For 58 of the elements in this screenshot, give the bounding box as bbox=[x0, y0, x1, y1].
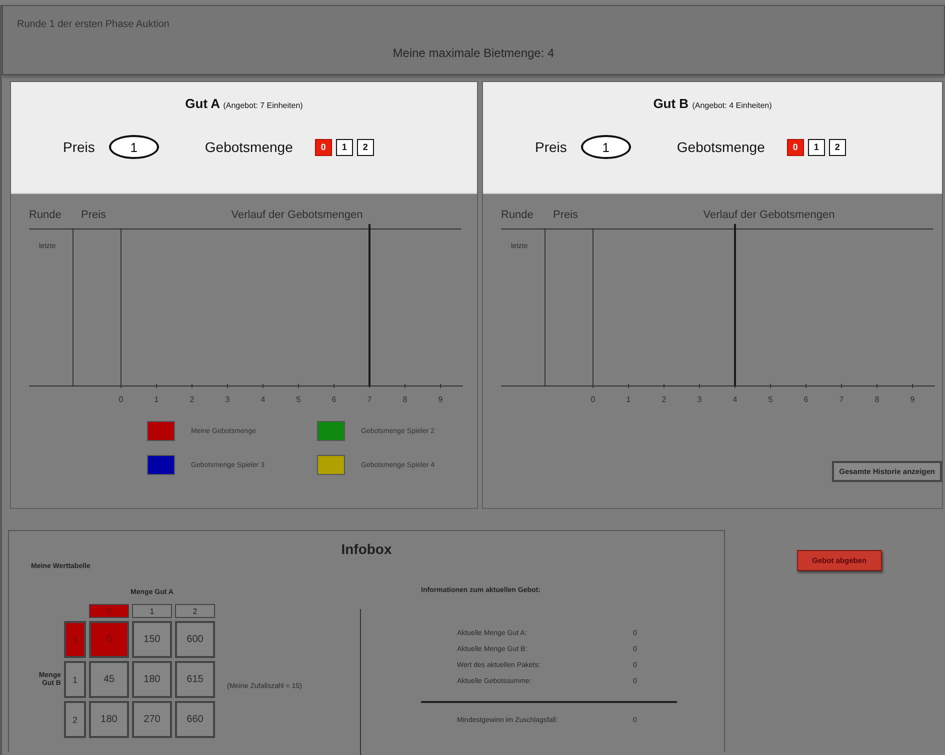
table-cell: 150 bbox=[132, 621, 172, 658]
tick-label: 8 bbox=[874, 395, 880, 404]
tick-label: 2 bbox=[662, 395, 666, 404]
tick-label: 3 bbox=[697, 395, 702, 404]
quantity-option[interactable]: 0 bbox=[314, 138, 332, 156]
table-cell: 180 bbox=[132, 661, 172, 698]
price-label: Preis bbox=[63, 139, 95, 155]
tick-label: 0 bbox=[590, 395, 596, 404]
price-field[interactable]: 1 bbox=[580, 135, 631, 159]
row-header: 0 bbox=[64, 621, 86, 658]
table-cell: 0 bbox=[89, 621, 129, 658]
max-bid-label: Meine maximale Bietmenge: 4 bbox=[392, 46, 554, 60]
column-header: Preis bbox=[553, 209, 578, 221]
column-header: Verlauf der Gebotsmengen bbox=[703, 209, 835, 221]
table-cell: 660 bbox=[175, 701, 215, 738]
tick-label: 2 bbox=[190, 395, 194, 404]
column-header: 1 bbox=[132, 604, 172, 618]
price-field[interactable]: 1 bbox=[108, 135, 159, 159]
column-header: Preis bbox=[81, 209, 106, 221]
tick-label: 9 bbox=[438, 395, 443, 404]
tick-label: 1 bbox=[154, 395, 159, 404]
column-header: 0 bbox=[89, 604, 129, 618]
tick-label: 7 bbox=[367, 395, 372, 404]
good-title: Gut A (Angebot: 7 Einheiten) bbox=[185, 95, 303, 111]
tick-label: 4 bbox=[732, 395, 738, 404]
price-label: Preis bbox=[535, 139, 567, 155]
quantity-option[interactable]: 2 bbox=[828, 138, 846, 156]
column-header: 2 bbox=[175, 604, 215, 618]
infobox-title: Infobox bbox=[341, 540, 392, 557]
tick-label: 1 bbox=[626, 395, 631, 404]
tick-label: 7 bbox=[839, 395, 844, 404]
column-header: Runde bbox=[29, 209, 62, 221]
good-title: Gut B (Angebot: 4 Einheiten) bbox=[653, 95, 772, 111]
column-header: Verlauf der Gebotsmengen bbox=[231, 209, 363, 221]
table-cell: 615 bbox=[175, 661, 215, 698]
tick-label: 4 bbox=[260, 395, 266, 404]
column-header: Runde bbox=[501, 209, 534, 221]
quantity-option[interactable]: 2 bbox=[356, 138, 374, 156]
tick-label: 3 bbox=[225, 395, 230, 404]
tick-label: 5 bbox=[768, 395, 773, 404]
table-cell: 180 bbox=[89, 701, 129, 738]
table-cell: 600 bbox=[175, 621, 215, 658]
quantity-option[interactable]: 1 bbox=[808, 138, 825, 156]
quantity-label: Gebotsmenge bbox=[676, 139, 765, 155]
round-label: Runde 1 der ersten Phase Auktion bbox=[17, 19, 170, 30]
quantity-option[interactable]: 0 bbox=[786, 138, 804, 156]
quantity-label: Gebotsmenge bbox=[204, 139, 293, 155]
row-header: 2 bbox=[64, 701, 86, 738]
table-cell: 270 bbox=[132, 701, 172, 738]
tick-label: 6 bbox=[804, 395, 808, 404]
quantity-option[interactable]: 1 bbox=[336, 138, 353, 156]
tick-label: 0 bbox=[118, 395, 124, 404]
tick-label: 8 bbox=[402, 395, 408, 404]
table-cell: 45 bbox=[89, 661, 129, 698]
tick-label: 6 bbox=[332, 395, 336, 404]
row-header: 1 bbox=[64, 661, 86, 698]
tick-label: 5 bbox=[296, 395, 301, 404]
tick-label: 9 bbox=[910, 395, 915, 404]
